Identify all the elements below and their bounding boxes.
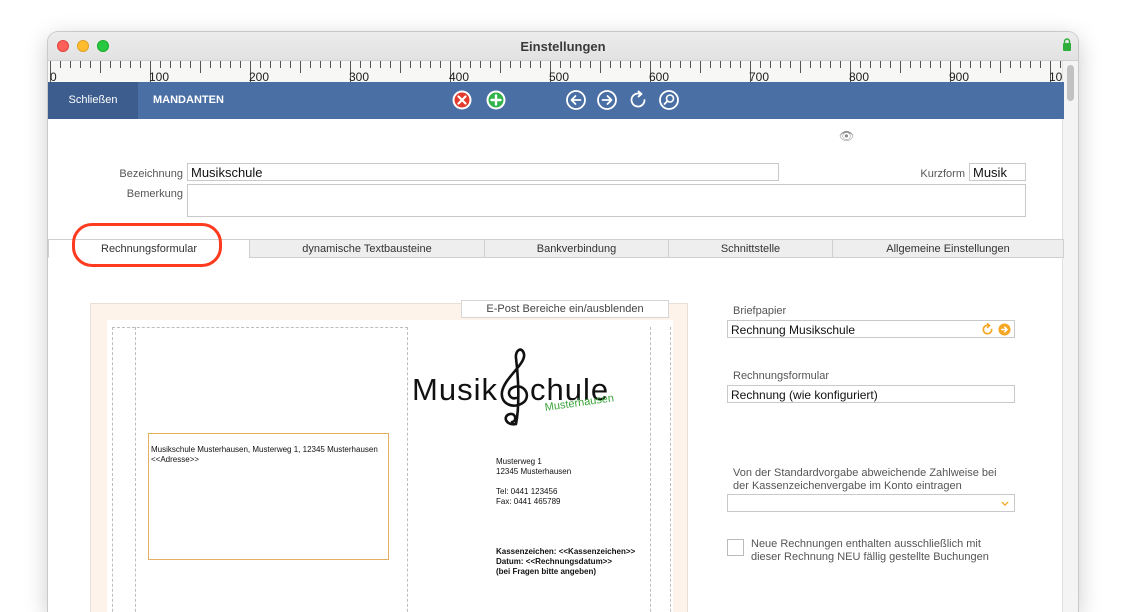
close-button[interactable]: Schließen (48, 82, 138, 119)
tab-schnittstelle[interactable]: Schnittstelle (668, 239, 833, 258)
vertical-scrollbar[interactable] (1062, 61, 1078, 612)
tab-dynamische-textbausteine[interactable]: dynamische Textbausteine (249, 239, 485, 258)
chevron-down-icon (1001, 501, 1009, 506)
zahlweise-select[interactable] (727, 494, 1015, 512)
treble-clef-icon (500, 348, 529, 426)
margin-guide (650, 327, 651, 612)
eye-icon[interactable]: 👁 (839, 129, 854, 143)
rechnungsformular-field[interactable]: Rechnung (wie konfiguriert) (727, 385, 1015, 403)
margin-guide (112, 327, 408, 328)
tab-highlight-annotation (72, 223, 222, 267)
title-bar: Einstellungen (48, 32, 1078, 61)
tel-text: Tel: 0441 123456 (496, 487, 558, 496)
arrow-left-icon[interactable] (565, 89, 587, 111)
sender-line: Musikschule Musterhausen, Musterweg 1, 1… (151, 445, 378, 454)
rechnungsformular-label: Rechnungsformular (733, 370, 829, 382)
bemerkung-textarea[interactable] (187, 184, 1026, 217)
margin-guide (670, 327, 671, 612)
mandanten-link[interactable]: MANDANTEN (153, 82, 224, 119)
margin-guide (407, 327, 408, 612)
tab-allgemeine-einstellungen[interactable]: Allgemeine Einstellungen (832, 239, 1064, 258)
neue-rechnungen-checkbox[interactable] (727, 539, 744, 556)
address-placeholder: <<Adresse>> (151, 455, 200, 464)
kurzform-label: Kurzform (920, 168, 965, 180)
epost-toggle-button[interactable]: E-Post Bereiche ein/ausblenden (461, 300, 669, 318)
briefpapier-value: Rechnung Musikschule (731, 323, 856, 337)
zahlweise-label-line1: Von der Standardvorgabe abweichende Zahl… (733, 467, 997, 479)
refresh-icon[interactable] (981, 323, 994, 336)
margin-guide (112, 327, 113, 612)
fax-text: Fax: 0441 465789 (496, 497, 561, 506)
bezeichnung-label: Bezeichnung (119, 168, 183, 180)
briefpapier-field[interactable]: Rechnung Musikschule (727, 320, 1015, 338)
city-text: 12345 Musterhausen (496, 467, 572, 476)
toolbar: Schließen MANDANTEN (48, 82, 1064, 119)
kurzform-input[interactable]: Musik (969, 163, 1026, 181)
briefpapier-label: Briefpapier (733, 305, 787, 317)
arrow-right-icon[interactable] (596, 89, 618, 111)
window-title: Einstellungen (520, 39, 606, 54)
zahlweise-label-line2: der Kassenzeichenvergabe im Konto eintra… (733, 480, 962, 492)
search-icon[interactable] (658, 89, 680, 111)
fragen-text: (bei Fragen bitte angeben) (496, 567, 597, 576)
arrow-right-icon[interactable] (998, 323, 1011, 336)
kassenzeichen-text: Kassenzeichen: <<Kassenzeichen>> (496, 547, 636, 556)
scrollbar-thumb[interactable] (1067, 65, 1074, 101)
musikschule-logo: Musik chule Musterhausen (412, 344, 632, 428)
neue-rechnungen-label-line2: dieser Rechnung NEU fällig gestellte Buc… (751, 551, 989, 563)
margin-guide (135, 327, 136, 612)
settings-window: Einstellungen 0 100 200 300 400 500 600 … (48, 32, 1078, 612)
bezeichnung-input[interactable]: Musikschule (187, 163, 779, 181)
tab-bankverbindung[interactable]: Bankverbindung (484, 239, 669, 258)
logo-text-left: Musik (412, 372, 498, 407)
delete-icon[interactable] (451, 89, 473, 111)
street-text: Musterweg 1 (496, 457, 542, 466)
datum-text: Datum: <<Rechnungsdatum>> (496, 557, 613, 566)
add-icon[interactable] (485, 89, 507, 111)
bemerkung-label: Bemerkung (126, 188, 183, 200)
neue-rechnungen-label-line1: Neue Rechnungen enthalten ausschließlich… (751, 538, 981, 550)
refresh-icon[interactable] (627, 89, 649, 111)
lock-icon (1063, 38, 1071, 51)
